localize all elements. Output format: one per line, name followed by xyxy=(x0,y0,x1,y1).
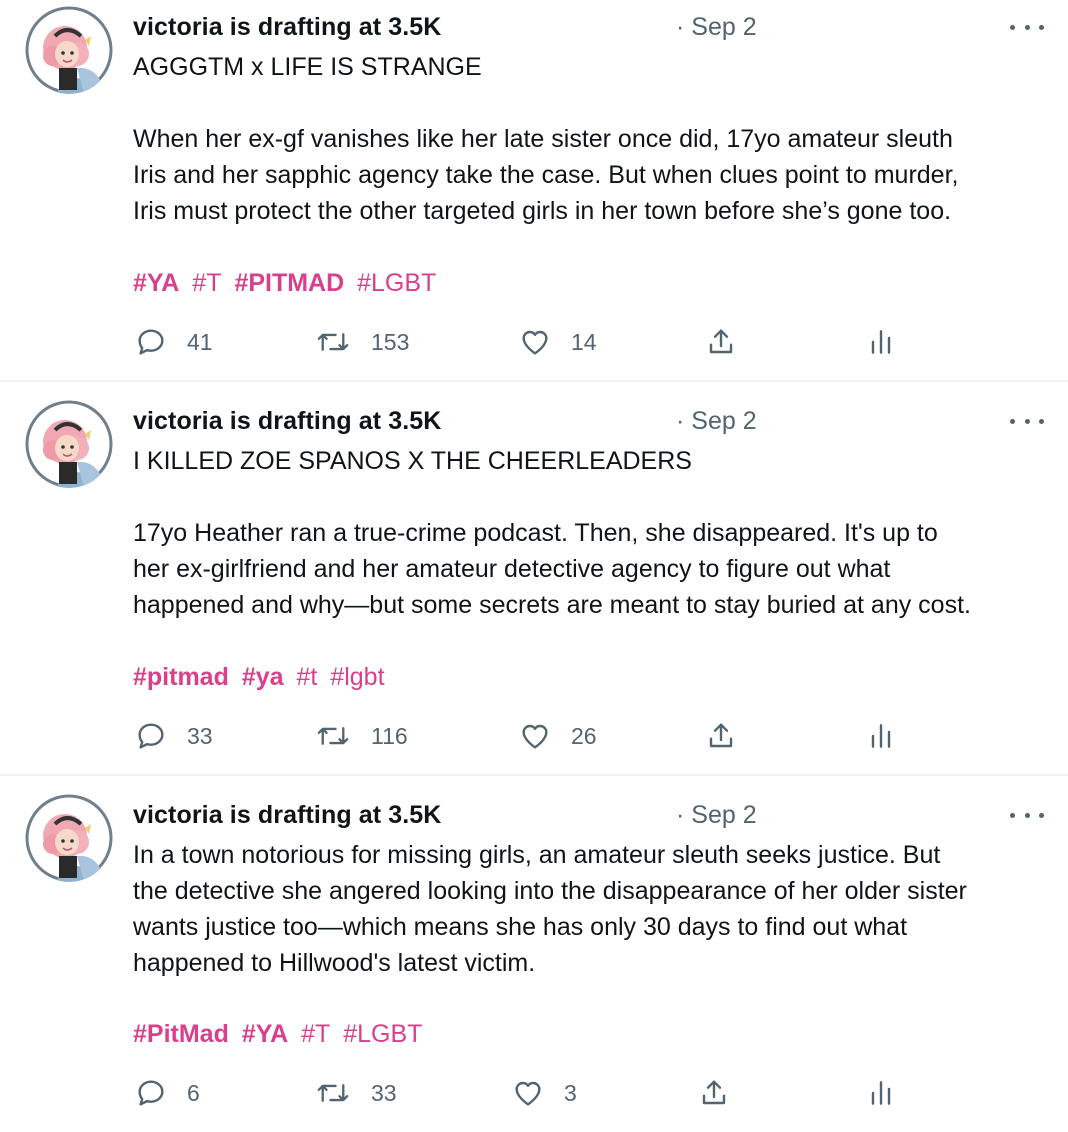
retweet-count: 33 xyxy=(371,1079,397,1106)
like-count: 3 xyxy=(564,1079,577,1106)
avatar[interactable] xyxy=(25,400,113,488)
tweet-date[interactable]: · Sep 2 xyxy=(676,406,757,436)
analytics-icon xyxy=(871,1081,891,1105)
reply-icon xyxy=(138,329,164,355)
hashtag[interactable]: #PITMAD xyxy=(234,269,344,297)
more-icon[interactable] xyxy=(1010,808,1044,822)
analytics-button[interactable] xyxy=(867,325,895,359)
retweet-button[interactable]: 153 xyxy=(315,325,409,359)
more-icon[interactable] xyxy=(1010,414,1044,428)
retweet-icon xyxy=(317,1084,349,1102)
tweet-headline: AGGGTM x LIFE IS STRANGE xyxy=(133,53,482,81)
share-button[interactable] xyxy=(705,719,737,753)
tweet-date[interactable]: · Sep 2 xyxy=(676,800,757,830)
share-button[interactable] xyxy=(705,325,737,359)
tweet[interactable]: victoria is drafting at 3.5K · Sep 2 AGG… xyxy=(0,0,1068,380)
analytics-icon xyxy=(871,724,891,748)
tweet[interactable]: victoria is drafting at 3.5K · Sep 2 In … xyxy=(0,776,1068,1132)
like-button[interactable]: 26 xyxy=(519,719,597,753)
reply-button[interactable]: 33 xyxy=(135,719,213,753)
like-icon xyxy=(522,330,548,355)
hashtag[interactable]: #LGBT xyxy=(343,1020,422,1048)
hashtag[interactable]: #T xyxy=(192,269,221,297)
like-count: 14 xyxy=(571,328,597,355)
more-icon[interactable] xyxy=(1010,20,1044,34)
hashtag[interactable]: #LGBT xyxy=(357,269,436,297)
like-button[interactable]: 14 xyxy=(519,325,597,359)
retweet-icon xyxy=(317,333,349,351)
share-icon xyxy=(702,1080,726,1105)
analytics-icon xyxy=(871,330,891,354)
hashtag[interactable]: #PitMad xyxy=(133,1020,229,1048)
hashtag[interactable]: #t xyxy=(296,663,317,691)
retweet-button[interactable]: 33 xyxy=(315,1076,397,1110)
share-icon xyxy=(709,329,733,354)
hashtags: #pitmad #ya #t #lgbt xyxy=(133,662,391,692)
hashtag[interactable]: #pitmad xyxy=(133,663,229,691)
tweet-body: When her ex-gf vanishes like her late si… xyxy=(133,125,959,225)
tweet[interactable]: victoria is drafting at 3.5K · Sep 2 I K… xyxy=(0,382,1068,774)
hashtag[interactable]: #YA xyxy=(133,269,179,297)
analytics-button[interactable] xyxy=(867,1076,895,1110)
reply-count: 6 xyxy=(187,1079,200,1106)
like-button[interactable]: 3 xyxy=(512,1076,577,1110)
hashtag[interactable]: #lgbt xyxy=(330,663,384,691)
like-icon xyxy=(522,724,548,749)
tweet-body: In a town notorious for missing girls, a… xyxy=(133,841,967,977)
avatar[interactable] xyxy=(25,6,113,94)
reply-button[interactable]: 6 xyxy=(135,1076,200,1110)
tweet-headline: I KILLED ZOE SPANOS X THE CHEERLEADERS xyxy=(133,447,692,475)
reply-button[interactable]: 41 xyxy=(135,325,213,359)
author-name[interactable]: victoria is drafting at 3.5K xyxy=(133,800,441,830)
retweet-count: 116 xyxy=(371,722,408,749)
share-button[interactable] xyxy=(698,1076,730,1110)
avatar[interactable] xyxy=(25,794,113,882)
like-count: 26 xyxy=(571,722,597,749)
reply-icon xyxy=(138,723,164,749)
hashtag[interactable]: #YA xyxy=(242,1020,288,1048)
reply-icon xyxy=(138,1080,164,1106)
author-name[interactable]: victoria is drafting at 3.5K xyxy=(133,406,441,436)
retweet-button[interactable]: 116 xyxy=(315,719,408,753)
hashtag[interactable]: #T xyxy=(301,1020,330,1048)
reply-count: 33 xyxy=(187,722,213,749)
retweet-icon xyxy=(317,727,349,745)
author-name[interactable]: victoria is drafting at 3.5K xyxy=(133,12,441,42)
hashtags: #YA #T #PITMAD #LGBT xyxy=(133,268,442,298)
like-icon xyxy=(515,1081,541,1106)
share-icon xyxy=(709,723,733,748)
retweet-count: 153 xyxy=(371,328,410,355)
hashtag[interactable]: #ya xyxy=(242,663,284,691)
tweet-date[interactable]: · Sep 2 xyxy=(676,12,757,42)
reply-count: 41 xyxy=(187,328,213,355)
tweet-body: 17yo Heather ran a true-crime podcast. T… xyxy=(133,519,971,619)
hashtags: #PitMad #YA #T #LGBT xyxy=(133,1019,428,1049)
analytics-button[interactable] xyxy=(867,719,895,753)
